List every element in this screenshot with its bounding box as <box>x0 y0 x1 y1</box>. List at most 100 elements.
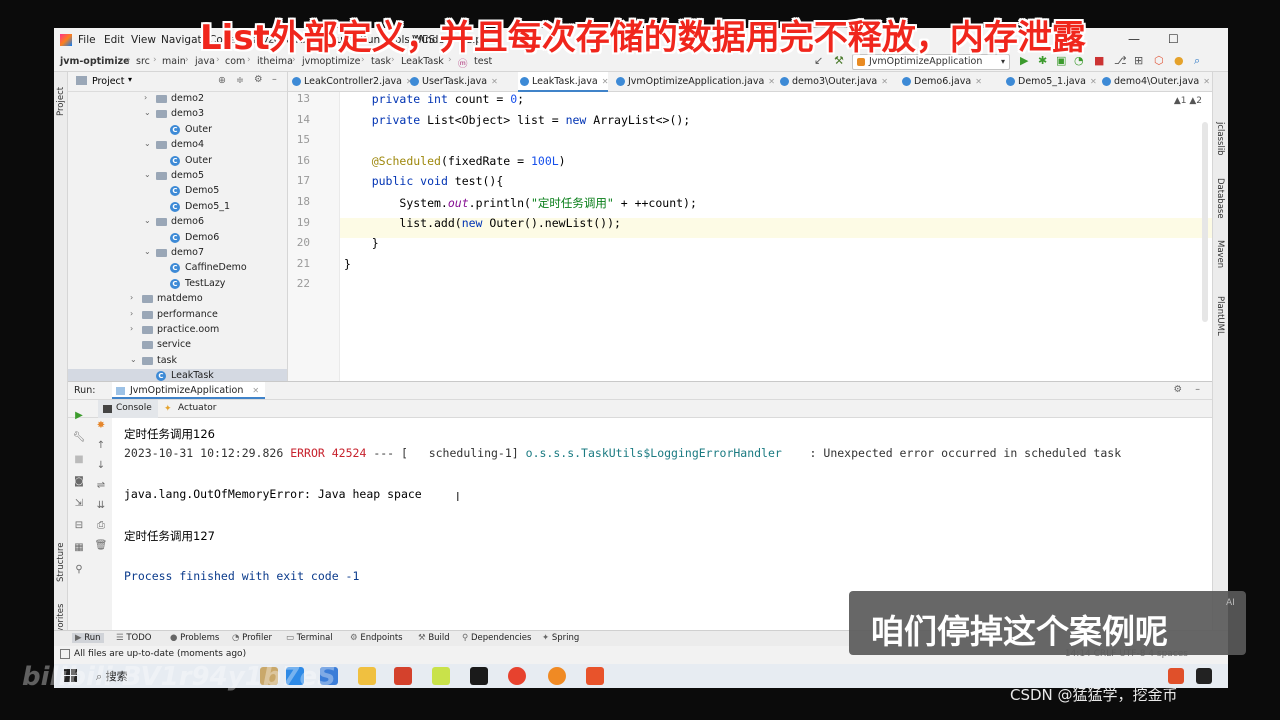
plugin-icon[interactable]: ⬡ <box>1154 54 1164 67</box>
tree-item[interactable]: C CaffineDemo <box>68 261 287 276</box>
chevron-down-icon[interactable]: ⌄ <box>144 216 151 225</box>
debug-bug-icon[interactable]: ✸ <box>94 420 108 431</box>
down-arrow-icon[interactable]: ↓ <box>94 460 108 471</box>
editor-tab[interactable]: Demo6.java ✕ <box>900 72 982 92</box>
close-icon[interactable]: ✕ <box>881 77 888 86</box>
breadcrumb-main[interactable]: main <box>162 56 186 67</box>
menu-edit[interactable]: Edit <box>104 34 124 46</box>
restore-layout-icon[interactable]: ⊟ <box>72 520 86 531</box>
chevron-down-icon[interactable]: ⌄ <box>144 139 151 148</box>
tool-window-todo[interactable]: ☰ TODO <box>116 633 151 643</box>
chevron-down-icon[interactable]: ⌄ <box>144 108 151 117</box>
taskbar-app-icon[interactable] <box>586 667 604 685</box>
maven-tool-label[interactable]: Maven <box>1215 240 1225 268</box>
run-config-tab[interactable]: JvmOptimizeApplication ✕ <box>112 382 266 399</box>
tree-item[interactable]: › matdemo <box>68 292 287 307</box>
tree-item[interactable]: › demo2 <box>68 92 287 107</box>
editor-tab[interactable]: LeakTask.java ✕ <box>518 72 609 92</box>
up-arrow-icon[interactable]: ↑ <box>94 440 108 451</box>
wrench-icon[interactable]: 🔧︎ <box>72 432 86 443</box>
pin-icon[interactable]: ⚲ <box>72 564 86 575</box>
search-icon[interactable]: ⌕ <box>1194 54 1200 68</box>
gear-icon[interactable]: ⚙ <box>1173 384 1182 395</box>
jclasslib-tool-label[interactable]: jclasslib <box>1215 122 1225 156</box>
chevron-right-icon[interactable]: › <box>144 93 147 102</box>
hide-icon[interactable]: – <box>272 74 277 85</box>
taskbar-app-icon[interactable] <box>548 667 566 685</box>
collapse-icon[interactable]: ≑ <box>236 75 244 86</box>
tree-item[interactable]: C Demo5 <box>68 184 287 199</box>
structure-tool-label[interactable]: Structure <box>56 542 66 582</box>
tree-item[interactable]: C LeakTask <box>68 369 287 381</box>
stop-icon[interactable]: ■ <box>1094 54 1104 67</box>
structure-icon[interactable]: ⊞ <box>1134 54 1143 67</box>
editor-tab[interactable]: Demo5_1.java ✕ <box>1004 72 1097 92</box>
taskbar-app-icon[interactable] <box>432 667 450 685</box>
chrome-icon[interactable] <box>508 667 526 685</box>
tree-item[interactable]: ⌄ demo5 <box>68 169 287 184</box>
tree-item[interactable]: C Demo5_1 <box>68 200 287 215</box>
chevron-down-icon[interactable]: ⌄ <box>130 355 137 364</box>
actuator-tab[interactable]: ✦ Actuator <box>164 403 216 414</box>
tree-item[interactable]: ⌄ demo4 <box>68 138 287 153</box>
editor-tab[interactable]: demo4\Outer.java ✕ <box>1100 72 1210 92</box>
tool-window-endpoints[interactable]: ⚙ Endpoints <box>350 633 403 643</box>
editor-tab[interactable]: JvmOptimizeApplication.java ✕ <box>614 72 775 92</box>
editor-tab[interactable]: LeakController2.java✕ <box>290 72 413 92</box>
tree-item[interactable]: service <box>68 338 287 353</box>
vcs-icon[interactable]: ⎇ <box>1114 54 1127 67</box>
maximize-icon[interactable]: ☐ <box>1168 32 1179 46</box>
close-icon[interactable]: ✕ <box>1203 77 1210 86</box>
tree-item[interactable]: ⌄ demo7 <box>68 246 287 261</box>
menu-view[interactable]: View <box>131 34 156 46</box>
chevron-right-icon[interactable]: › <box>130 293 133 302</box>
tree-item[interactable]: C TestLazy <box>68 277 287 292</box>
folder-icon[interactable] <box>358 667 376 685</box>
layout-icon[interactable]: ▦ <box>72 542 86 553</box>
soft-wrap-icon[interactable]: ⇌ <box>94 480 108 491</box>
chevron-right-icon[interactable]: › <box>130 309 133 318</box>
project-tool-label[interactable]: Project <box>56 87 66 116</box>
database-tool-label[interactable]: Database <box>1215 178 1225 219</box>
rerun-icon[interactable]: ▶ <box>72 410 86 421</box>
breadcrumb-src[interactable]: src <box>136 56 150 67</box>
inspection-warnings[interactable]: ▲1 ▲2 <box>1174 96 1202 106</box>
tool-window-problems[interactable]: ● Problems <box>170 633 219 643</box>
tree-item[interactable]: ⌄ demo6 <box>68 215 287 230</box>
taskbar-app-icon[interactable] <box>394 667 412 685</box>
close-icon[interactable]: ✕ <box>975 77 982 86</box>
chevron-down-icon[interactable]: ⌄ <box>144 170 151 179</box>
notification-icon[interactable] <box>1196 668 1212 684</box>
tool-window-spring[interactable]: ✦ Spring <box>542 633 579 643</box>
chevron-down-icon[interactable]: ▾ <box>128 75 132 84</box>
tree-item[interactable]: › performance <box>68 308 287 323</box>
chevron-right-icon[interactable]: › <box>130 324 133 333</box>
print-icon[interactable]: ⎙ <box>94 520 108 531</box>
exit-icon[interactable]: ⇲ <box>72 498 86 509</box>
camera-icon[interactable]: ◙ <box>72 476 86 487</box>
minimize-icon[interactable]: — <box>1128 32 1140 46</box>
close-icon[interactable]: ✕ <box>768 77 775 86</box>
locate-icon[interactable]: ⊕ <box>218 75 226 86</box>
layout-toggle-icon[interactable] <box>60 649 70 659</box>
scroll-to-end-icon[interactable]: ⇊ <box>94 500 108 511</box>
tree-item[interactable]: C Demo6 <box>68 231 287 246</box>
close-icon[interactable]: ✕ <box>1090 77 1097 86</box>
stop-icon[interactable]: ■ <box>72 454 86 465</box>
tool-window-build[interactable]: ⚒ Build <box>418 633 450 643</box>
close-icon[interactable]: ✕ <box>252 386 259 395</box>
plantuml-tool-label[interactable]: PlantUML <box>1215 296 1225 336</box>
tree-item[interactable]: C Outer <box>68 154 287 169</box>
editor-scrollbar[interactable] <box>1202 122 1208 322</box>
tool-window-profiler[interactable]: ◔ Profiler <box>232 633 272 643</box>
tree-item[interactable]: › practice.oom <box>68 323 287 338</box>
settings-icon[interactable]: ● <box>1174 54 1184 67</box>
code-editor[interactable]: 13 14 15 16 17 18 19 20 21 22 private int count =… <box>288 92 1212 381</box>
menu-file[interactable]: File <box>78 34 96 46</box>
tree-item[interactable]: C Outer <box>68 123 287 138</box>
tool-window-dependencies[interactable]: ⚲ Dependencies <box>462 633 531 643</box>
editor-tab[interactable]: UserTask.java ✕ <box>408 72 498 92</box>
intellij-icon[interactable] <box>470 667 488 685</box>
tree-item[interactable]: ⌄ task <box>68 354 287 369</box>
chevron-down-icon[interactable]: ⌄ <box>144 247 151 256</box>
